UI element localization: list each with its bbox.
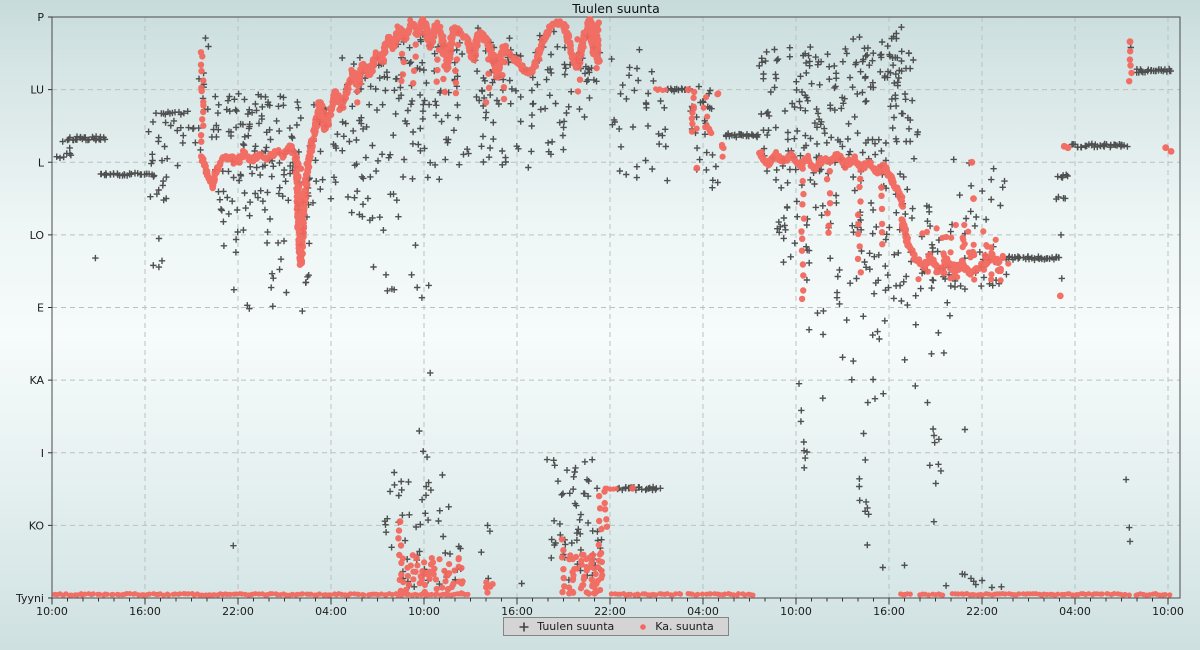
plus-marker-icon bbox=[518, 621, 530, 633]
series-ka-suunta bbox=[52, 16, 1174, 598]
legend: Tuulen suunta Ka. suunta bbox=[503, 617, 728, 636]
legend-item-ka-suunta: Ka. suunta bbox=[638, 620, 713, 633]
legend-item-tuulen-suunta: Tuulen suunta bbox=[518, 620, 614, 633]
dot-marker-icon bbox=[638, 622, 648, 632]
chart-page: Tuulen suunta 10:0016:0022:0004:0010:001… bbox=[0, 0, 1200, 650]
legend-label-ka-suunta: Ka. suunta bbox=[655, 620, 713, 633]
svg-text:KO: KO bbox=[29, 519, 45, 532]
legend-row: Tuulen suunta Ka. suunta bbox=[52, 617, 1180, 636]
svg-text:P: P bbox=[37, 11, 44, 24]
svg-text:L: L bbox=[38, 156, 45, 169]
svg-text:LU: LU bbox=[30, 84, 44, 97]
svg-text:Tyyni: Tyyni bbox=[15, 592, 44, 605]
svg-text:E: E bbox=[37, 302, 44, 315]
svg-text:KA: KA bbox=[29, 374, 44, 387]
svg-text:I: I bbox=[41, 447, 44, 460]
legend-label-tuulen-suunta: Tuulen suunta bbox=[537, 620, 614, 633]
chart-canvas: 10:0016:0022:0004:0010:0016:0022:0004:00… bbox=[0, 0, 1200, 650]
svg-text:LO: LO bbox=[30, 229, 45, 242]
y-axis-labels: P LU L LO E KA I KO Tyyni bbox=[15, 11, 45, 605]
